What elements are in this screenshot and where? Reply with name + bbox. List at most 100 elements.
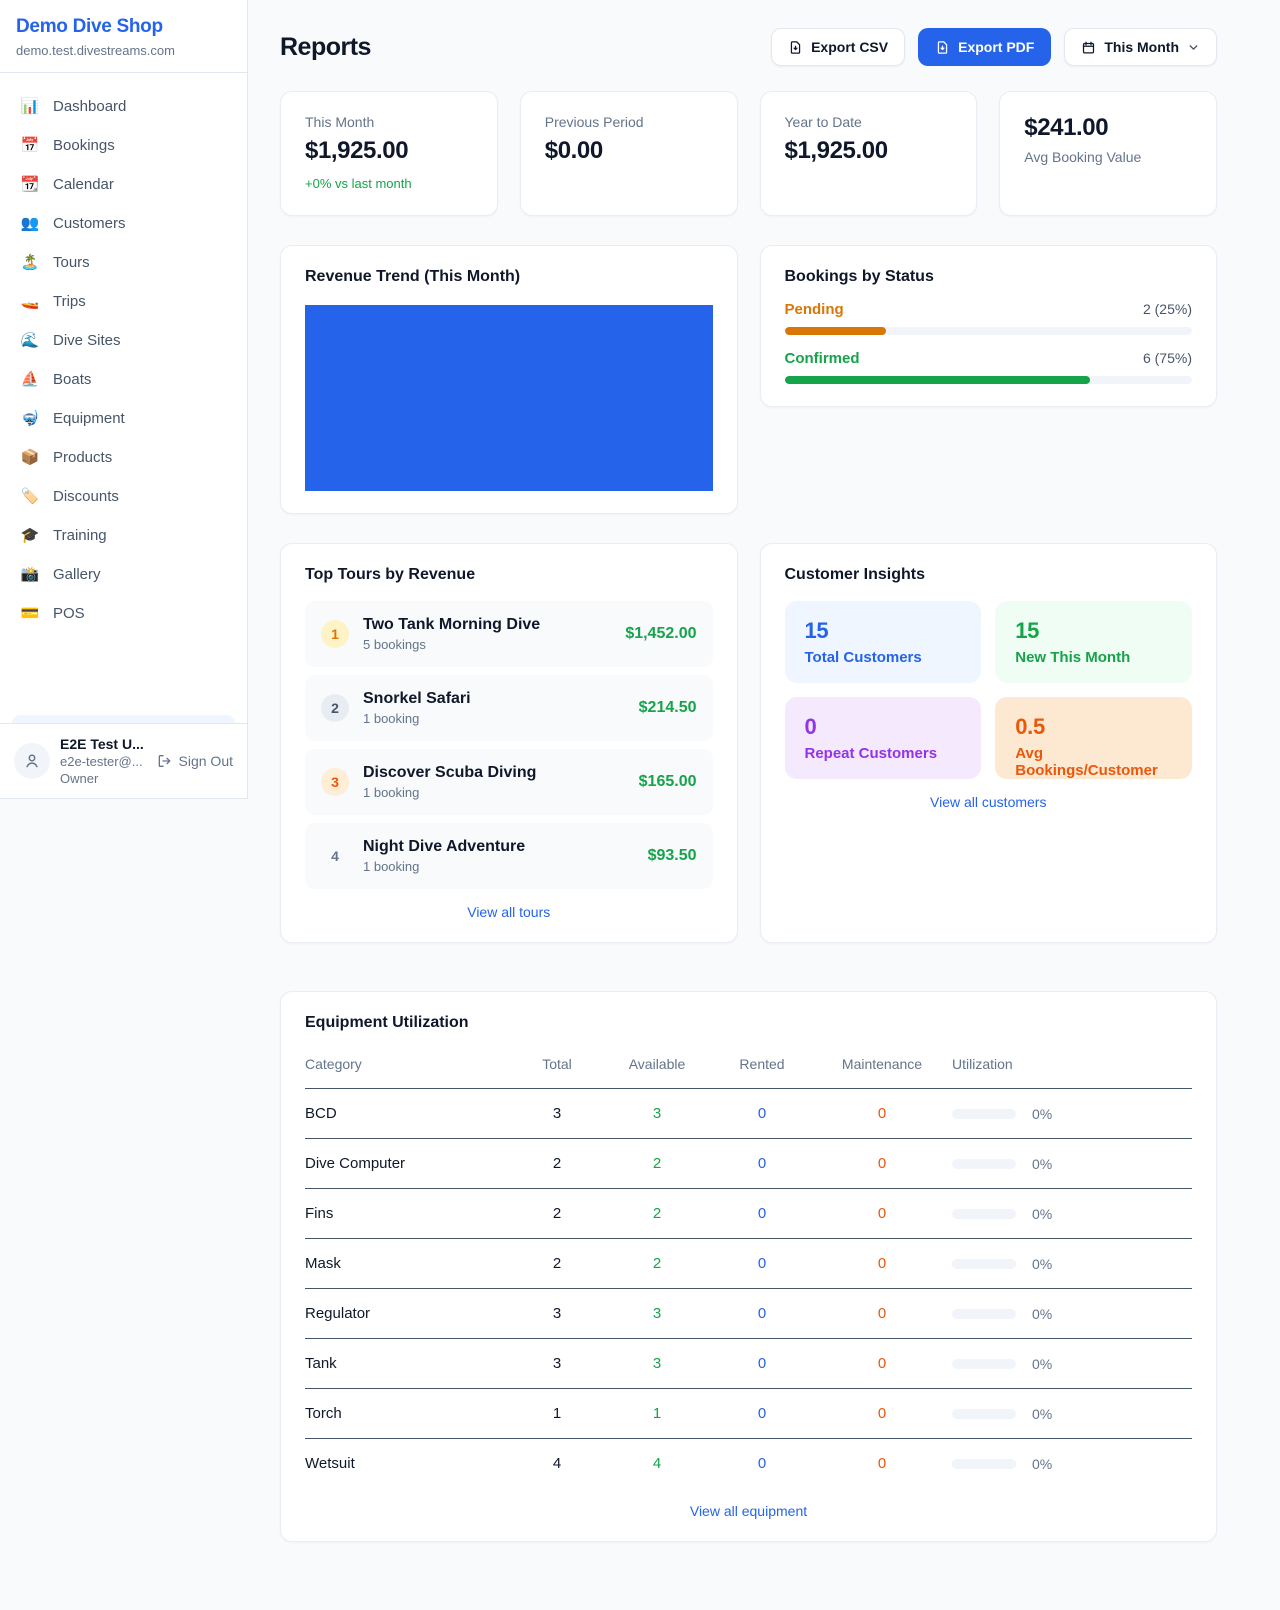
view-all-tours-link[interactable]: View all tours	[305, 904, 713, 920]
equipment-total: 2	[512, 1239, 602, 1289]
utilization-bar	[952, 1259, 1016, 1269]
credit-card-icon: 💳	[20, 606, 40, 621]
view-all-customers-link[interactable]: View all customers	[785, 794, 1193, 810]
sidebar-item-label: Dashboard	[53, 98, 126, 115]
sidebar-item-dive-sites[interactable]: 🌊Dive Sites	[8, 321, 239, 360]
column-header-total: Total	[512, 1046, 602, 1089]
sidebar-item-trips[interactable]: 🚤Trips	[8, 282, 239, 321]
sidebar-item-tours[interactable]: 🏝️Tours	[8, 243, 239, 282]
sidebar-item-label: Equipment	[53, 410, 125, 427]
utilization-percent: 0%	[1032, 1156, 1052, 1172]
tour-revenue: $165.00	[639, 773, 697, 791]
export-pdf-button[interactable]: Export PDF	[918, 28, 1051, 66]
equipment-available: 2	[602, 1189, 712, 1239]
equipment-maintenance: 0	[812, 1439, 952, 1489]
utilization-percent: 0%	[1032, 1356, 1052, 1372]
tour-row: 1 Two Tank Morning Dive5 bookings $1,452…	[305, 601, 713, 667]
tour-list: 1 Two Tank Morning Dive5 bookings $1,452…	[305, 601, 713, 889]
stat-label: Avg Booking Value	[1024, 149, 1192, 165]
utilization-percent: 0%	[1032, 1256, 1052, 1272]
row-revenue-status: Revenue Trend (This Month) Bookings by S…	[280, 245, 1217, 514]
equipment-category: Regulator	[305, 1289, 512, 1339]
equipment-utilization: 0%	[952, 1289, 1192, 1339]
export-csv-button[interactable]: Export CSV	[771, 28, 905, 66]
utilization-percent: 0%	[1032, 1406, 1052, 1422]
sidebar-item-label: Boats	[53, 371, 91, 388]
sidebar-item-dashboard[interactable]: 📊Dashboard	[8, 87, 239, 126]
equipment-utilization-title: Equipment Utilization	[305, 1014, 1192, 1032]
utilization-bar	[952, 1159, 1016, 1169]
sidebar-item-equipment[interactable]: 🤿 Equipment	[8, 399, 239, 438]
calendar-icon	[1081, 40, 1096, 55]
sidebar-item-calendar[interactable]: 📆Calendar	[8, 165, 239, 204]
equipment-row: Wetsuit44000%	[305, 1439, 1192, 1489]
tour-revenue: $214.50	[639, 699, 697, 717]
equipment-category: BCD	[305, 1089, 512, 1139]
user-name: E2E Test U...	[60, 736, 147, 752]
equipment-maintenance: 0	[812, 1089, 952, 1139]
equipment-rented: 0	[712, 1289, 812, 1339]
equipment-utilization: 0%	[952, 1389, 1192, 1439]
sidebar-item-label: Training	[53, 527, 107, 544]
sidebar-item-label: Products	[53, 449, 112, 466]
revenue-trend-title: Revenue Trend (This Month)	[305, 268, 713, 286]
sidebar-item-training[interactable]: 🎓Training	[8, 516, 239, 555]
sidebar-item-customers[interactable]: 👥Customers	[8, 204, 239, 243]
sidebar-item-active-partial[interactable]	[12, 715, 235, 723]
equipment-total: 2	[512, 1189, 602, 1239]
tile-label: Avg Bookings/Customer	[1015, 745, 1172, 779]
sidebar-item-boats[interactable]: ⛵ Boats	[8, 360, 239, 399]
sidebar-item-products[interactable]: 📦Products	[8, 438, 239, 477]
equipment-row: Mask22000%	[305, 1239, 1192, 1289]
equipment-utilization: 0%	[952, 1089, 1192, 1139]
sailboat-icon: ⛵	[20, 372, 40, 387]
people-icon: 👥	[20, 216, 40, 231]
equipment-total: 3	[512, 1289, 602, 1339]
sidebar-item-pos[interactable]: 💳POS	[8, 594, 239, 633]
view-all-equipment-link[interactable]: View all equipment	[305, 1503, 1192, 1519]
status-row-confirmed: Confirmed 6 (75%)	[785, 350, 1193, 384]
stat-card-this-month: This Month $1,925.00 +0% vs last month	[280, 91, 498, 216]
status-count: 6 (75%)	[1143, 350, 1192, 366]
sidebar-item-gallery[interactable]: 📸Gallery	[8, 555, 239, 594]
equipment-utilization: 0%	[952, 1439, 1192, 1489]
sidebar-user-footer: E2E Test U... e2e-tester@... Owner Sign …	[0, 723, 247, 798]
status-label: Pending	[785, 301, 844, 318]
equipment-available: 3	[602, 1339, 712, 1389]
page-title: Reports	[280, 33, 371, 62]
tour-name: Two Tank Morning Dive	[363, 616, 611, 634]
sign-out-button[interactable]: Sign Out	[157, 753, 233, 769]
sidebar-header: Demo Dive Shop demo.test.divestreams.com	[0, 0, 247, 73]
logout-icon	[157, 753, 173, 769]
equipment-total: 2	[512, 1139, 602, 1189]
equipment-rented: 0	[712, 1139, 812, 1189]
insight-tiles: 15 Total Customers 15 New This Month 0 R…	[785, 601, 1193, 779]
equipment-category: Dive Computer	[305, 1139, 512, 1189]
shop-name: Demo Dive Shop	[16, 16, 231, 38]
period-label: This Month	[1104, 39, 1179, 55]
period-dropdown[interactable]: This Month	[1064, 28, 1217, 66]
diving-mask-icon: 🤿	[20, 411, 40, 426]
utilization-percent: 0%	[1032, 1206, 1052, 1222]
equipment-row: Tank33000%	[305, 1339, 1192, 1389]
stat-value: $241.00	[1024, 114, 1192, 142]
equipment-row: Regulator33000%	[305, 1289, 1192, 1339]
wave-icon: 🌊	[20, 333, 40, 348]
revenue-trend-card: Revenue Trend (This Month)	[280, 245, 738, 514]
customer-insights-title: Customer Insights	[785, 566, 1193, 584]
sidebar-item-bookings[interactable]: 📅Bookings	[8, 126, 239, 165]
tile-total-customers: 15 Total Customers	[785, 601, 982, 683]
avatar	[14, 743, 50, 779]
export-pdf-label: Export PDF	[958, 39, 1034, 55]
user-info: E2E Test U... e2e-tester@... Owner	[60, 736, 147, 786]
rank-badge: 2	[321, 694, 349, 722]
equipment-maintenance: 0	[812, 1389, 952, 1439]
sidebar: Demo Dive Shop demo.test.divestreams.com…	[0, 0, 248, 799]
stat-delta: +0% vs last month	[305, 176, 473, 191]
sidebar-item-discounts[interactable]: 🏷️Discounts	[8, 477, 239, 516]
equipment-category: Tank	[305, 1339, 512, 1389]
user-email: e2e-tester@...	[60, 754, 147, 769]
equipment-available: 2	[602, 1139, 712, 1189]
equipment-utilization: 0%	[952, 1339, 1192, 1389]
bookings-by-status-card: Bookings by Status Pending 2 (25%) Confi…	[760, 245, 1218, 407]
